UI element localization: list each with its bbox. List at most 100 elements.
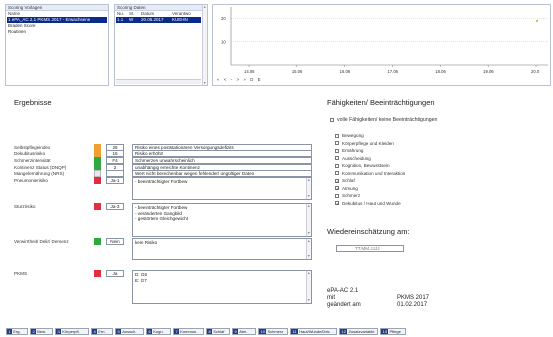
x-tick-label: 17.06: [388, 69, 399, 74]
text-scrollbar[interactable]: [306, 178, 311, 199]
tab-12[interactable]: 12 Zusatzvariable: [339, 328, 378, 335]
faehigkeit-checkbox[interactable]: Kommunikation und Interaktion: [335, 171, 405, 176]
tab-number: 8: [207, 329, 213, 334]
tab-3[interactable]: 3 Körperpfl.: [55, 328, 89, 335]
faehigkeit-checkbox[interactable]: Körperpflege und Kleiden: [335, 141, 394, 146]
wiedereinschaetzung-date-input[interactable]: [336, 245, 404, 252]
faehigkeit-label: Ausscheidung: [342, 155, 371, 161]
text-scrollbar[interactable]: [306, 204, 311, 236]
tab-8[interactable]: 8 Schlaf: [206, 328, 230, 335]
ergebnis-text[interactable]: kein Risiko: [132, 238, 312, 260]
scoring-daten-panel: Scoring Daten Nu. St. Datum Verantwo 1.1…: [114, 4, 208, 86]
scoring-vorlagen-title: Scoring Vorlagen: [6, 5, 108, 11]
scoring-vorlagen-panel: Scoring Vorlagen Name 1 ePA_AC 2.1 PKMS …: [5, 4, 109, 86]
tab-number: 13: [381, 329, 389, 334]
tab-7[interactable]: 7 Kommun.: [173, 328, 204, 335]
faehigkeit-label: Bewegung: [342, 133, 364, 138]
data-point[interactable]: [536, 19, 538, 22]
ergebnis-label: Kontinenz Status (DNQP): [14, 165, 67, 170]
nav-e-button[interactable]: E: [258, 77, 261, 82]
checkbox-icon[interactable]: [335, 193, 339, 198]
nav-prev-button[interactable]: <: [224, 77, 227, 82]
checkbox-icon[interactable]: ✓: [335, 201, 339, 206]
ergebnis-text-content: D: G6 E: G7: [135, 272, 147, 283]
ergebnis-text[interactable]: D: G6 E: G7: [132, 270, 312, 304]
faehigkeit-checkbox[interactable]: Ernährung: [335, 148, 363, 153]
ergebnis-label: PKMS: [14, 271, 28, 276]
vertical-scrollbar[interactable]: [202, 5, 207, 85]
x-tick-label: 16.06: [340, 69, 351, 74]
tab-number: 10: [259, 329, 267, 334]
checkbox-icon[interactable]: [335, 148, 339, 153]
mit-value: PKMS 2017: [397, 295, 430, 301]
tab-10[interactable]: 10 Schmerz: [258, 328, 288, 335]
faehigkeit-label: Körperpflege und Kleiden: [342, 140, 394, 146]
checkbox-icon[interactable]: [335, 133, 339, 138]
checkbox-icon[interactable]: [335, 163, 339, 168]
tab-number: 3: [56, 329, 62, 334]
chart-panel: 20 10 14.06 15.06 16.06 17.06 18.06 19.06 20.0 …: [212, 4, 551, 86]
x-tick-label: 20.0: [531, 69, 540, 74]
ergebnisse-title: Ergebnisse: [14, 98, 52, 107]
ergebnis-text-content: Wert nicht berechenbar wegen fehlender/ …: [135, 171, 255, 176]
faehigkeit-checkbox[interactable]: Bewegung: [335, 133, 364, 138]
ergebnis-text-content: kein Risiko: [135, 240, 158, 245]
ergebnis-text[interactable]: - beeinträchtigter Fortbew: [132, 177, 312, 200]
ergebnis-label: Schmerzintensität: [14, 158, 51, 163]
tab-label: Schlaf: [213, 329, 225, 334]
volle-faehigkeiten-label: volle Fähigkeiten/ keine Beeinträchtigun…: [337, 117, 438, 123]
tab-label: Bew.: [37, 329, 46, 334]
vorlage-item[interactable]: Routinen: [7, 29, 107, 35]
ergebnis-label: Dekubitusrisiko: [14, 151, 46, 156]
faehigkeit-checkbox[interactable]: Kognition, Bewusstsein: [335, 163, 390, 168]
table-row[interactable]: 1.1 W 20.06.2017 KUEHN: [116, 17, 201, 23]
ergebnis-text-content: - beeinträchtigter Fortbew - veränderten…: [135, 205, 189, 221]
nav-first-button[interactable]: «: [217, 77, 220, 82]
cell-nu: 1.1: [117, 17, 124, 22]
geaendert-label: geändert am: [327, 302, 361, 308]
tab-13[interactable]: 13 Pflege: [380, 328, 406, 335]
faehigkeit-checkbox[interactable]: Schmerz: [335, 193, 360, 198]
tab-number: 5: [116, 329, 122, 334]
tab-1[interactable]: 1 Erg.: [6, 328, 28, 335]
faehigkeiten-title: Fähigkeiten/ Beeinträchtigungen: [327, 98, 435, 107]
tab-number: 6: [147, 329, 153, 334]
ergebnis-text[interactable]: - beeinträchtigter Fortbew - veränderten…: [132, 203, 312, 237]
tab-9[interactable]: 9 Atm.: [232, 328, 256, 335]
tab-5[interactable]: 5 Aussch.: [115, 328, 144, 335]
faehigkeit-checkbox[interactable]: ✓ Schlaf: [335, 178, 355, 183]
ergebnis-value: Ja: [106, 270, 124, 277]
tab-label: Pflege: [389, 329, 401, 334]
ergebnis-label: Selbstpflegeindex: [14, 145, 51, 150]
text-scrollbar[interactable]: [306, 239, 311, 259]
faehigkeit-checkbox[interactable]: ✓ Dekubitus / Haut und Wunde: [335, 201, 401, 206]
faehigkeit-label: Atmung: [342, 185, 358, 191]
tab-4[interactable]: 4 Ern.: [91, 328, 113, 335]
nav-last-button[interactable]: »: [243, 77, 246, 82]
tab-2[interactable]: 2 Bew.: [30, 328, 53, 335]
checkbox-icon[interactable]: ✓: [335, 186, 339, 191]
faehigkeit-checkbox[interactable]: ✓ Atmung: [335, 186, 358, 191]
status-color-indicator: [94, 150, 101, 157]
checkbox-icon[interactable]: [335, 156, 339, 160]
nav-d-button[interactable]: D: [250, 77, 253, 82]
checkbox-icon[interactable]: [330, 118, 334, 122]
faehigkeit-checkbox[interactable]: Ausscheidung: [335, 156, 371, 161]
horizontal-scrollbar[interactable]: [116, 79, 201, 84]
score-chart: 20 10 14.06 15.06 16.06 17.06 18.06 19.06 20.0: [221, 7, 548, 74]
volle-faehigkeiten-checkbox[interactable]: volle Fähigkeiten/ keine Beeinträchtigun…: [330, 117, 437, 123]
checkbox-icon[interactable]: ✓: [335, 178, 339, 183]
nav-next-button[interactable]: >: [236, 77, 239, 82]
tab-number: 1: [7, 329, 13, 334]
version-name: ePA-AC 2.1: [327, 288, 359, 294]
checkbox-icon[interactable]: [335, 141, 339, 145]
tab-11[interactable]: 11 Haut/Wunde/Dek.: [290, 328, 337, 335]
checkbox-icon[interactable]: [335, 171, 339, 175]
tab-6[interactable]: 6 Kogn.: [146, 328, 171, 335]
text-scrollbar[interactable]: [306, 271, 311, 303]
tab-label: Schmerz: [267, 329, 284, 334]
chart-navigation: « < - > » D E: [217, 77, 261, 83]
ergebnis-text-content: - beeinträchtigter Fortbew: [135, 179, 188, 184]
nav-zoom-out-button[interactable]: -: [231, 77, 233, 82]
tab-label: Ern.: [98, 329, 106, 334]
